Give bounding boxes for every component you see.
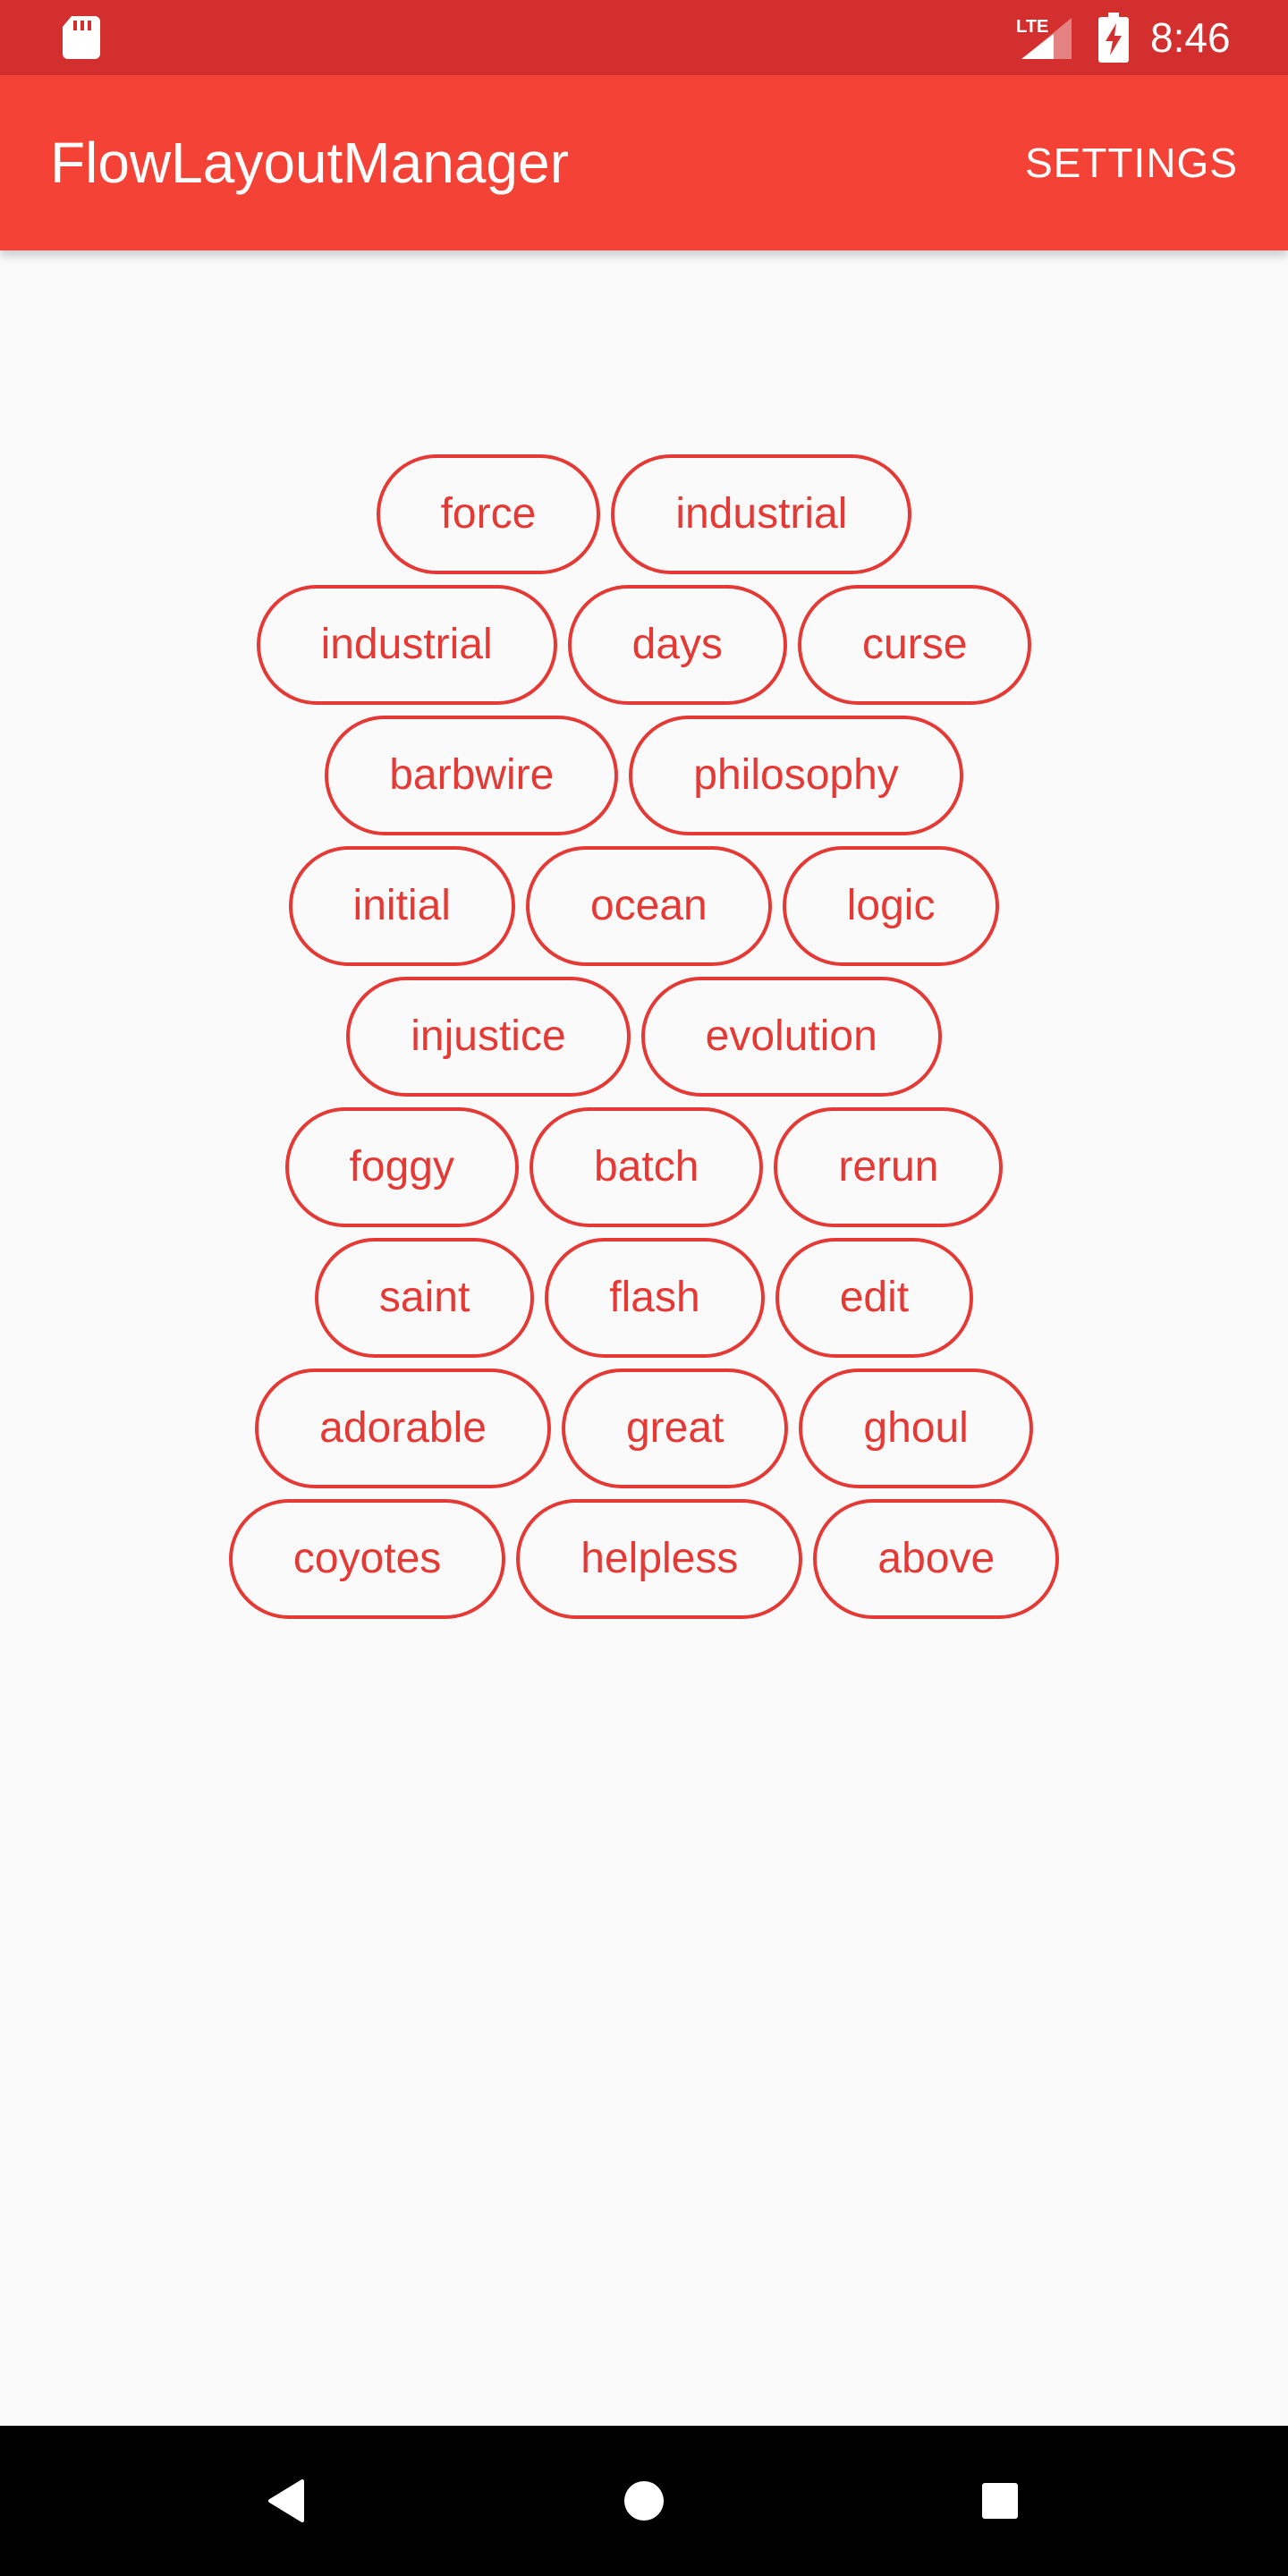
flow-row: saint flash edit [0,1238,1288,1358]
tag-chip-above[interactable]: above [813,1499,1060,1619]
tag-chip-ghoul[interactable]: ghoul [799,1368,1033,1488]
settings-button[interactable]: SETTINGS [1014,118,1249,208]
tag-chip-coyotes[interactable]: coyotes [228,1499,506,1619]
tag-chip-logic[interactable]: logic [782,846,1000,966]
tag-chip-adorable[interactable]: adorable [255,1368,551,1488]
tag-chip-initial[interactable]: initial [288,846,515,966]
sd-card-icon [63,16,100,59]
flow-row: force industrial [0,454,1288,574]
tag-chip-injustice[interactable]: injustice [346,977,631,1097]
tag-chip-flash[interactable]: flash [545,1238,765,1358]
app-bar: FlowLayoutManager SETTINGS [0,75,1288,250]
tag-chip-evolution[interactable]: evolution [640,977,942,1097]
recents-icon[interactable] [964,2465,1036,2537]
tag-chip-force[interactable]: force [376,454,601,574]
navigation-bar [0,2426,1288,2576]
tag-chip-barbwire[interactable]: barbwire [325,716,619,835]
tag-chip-rerun[interactable]: rerun [774,1107,1004,1227]
tag-chip-great[interactable]: great [561,1368,789,1488]
flow-row: industrial days curse [0,585,1288,705]
flow-row: coyotes helpless above [0,1499,1288,1619]
clock-time: 8:46 [1150,14,1231,61]
status-bar: LTE 8:46 [0,0,1288,75]
svg-text:LTE: LTE [1016,17,1048,37]
flow-row: barbwire philosophy [0,716,1288,835]
battery-charging-icon [1098,13,1129,63]
tag-chip-batch[interactable]: batch [529,1107,764,1227]
flow-row: injustice evolution [0,977,1288,1097]
tag-chip-helpless[interactable]: helpless [516,1499,803,1619]
flow-row: foggy batch rerun [0,1107,1288,1227]
tag-chip-industrial[interactable]: industrial [611,454,912,574]
home-icon[interactable] [608,2465,680,2537]
tag-chip-philosophy[interactable]: philosophy [629,716,963,835]
tag-chip-industrial[interactable]: industrial [256,585,557,705]
lte-signal-icon: LTE [1016,17,1072,59]
flow-row: adorable great ghoul [0,1368,1288,1488]
back-icon[interactable] [250,2465,322,2537]
flow-row: initial ocean logic [0,846,1288,966]
tag-chip-edit[interactable]: edit [775,1238,974,1358]
tag-chip-curse[interactable]: curse [798,585,1032,705]
tag-chip-ocean[interactable]: ocean [525,846,772,966]
flow-layout: force industrial industrial days curse b… [0,454,1288,1630]
tag-chip-saint[interactable]: saint [314,1238,535,1358]
tag-chip-days[interactable]: days [567,585,788,705]
app-title: FlowLayoutManager [50,131,569,195]
tag-chip-foggy[interactable]: foggy [284,1107,519,1227]
